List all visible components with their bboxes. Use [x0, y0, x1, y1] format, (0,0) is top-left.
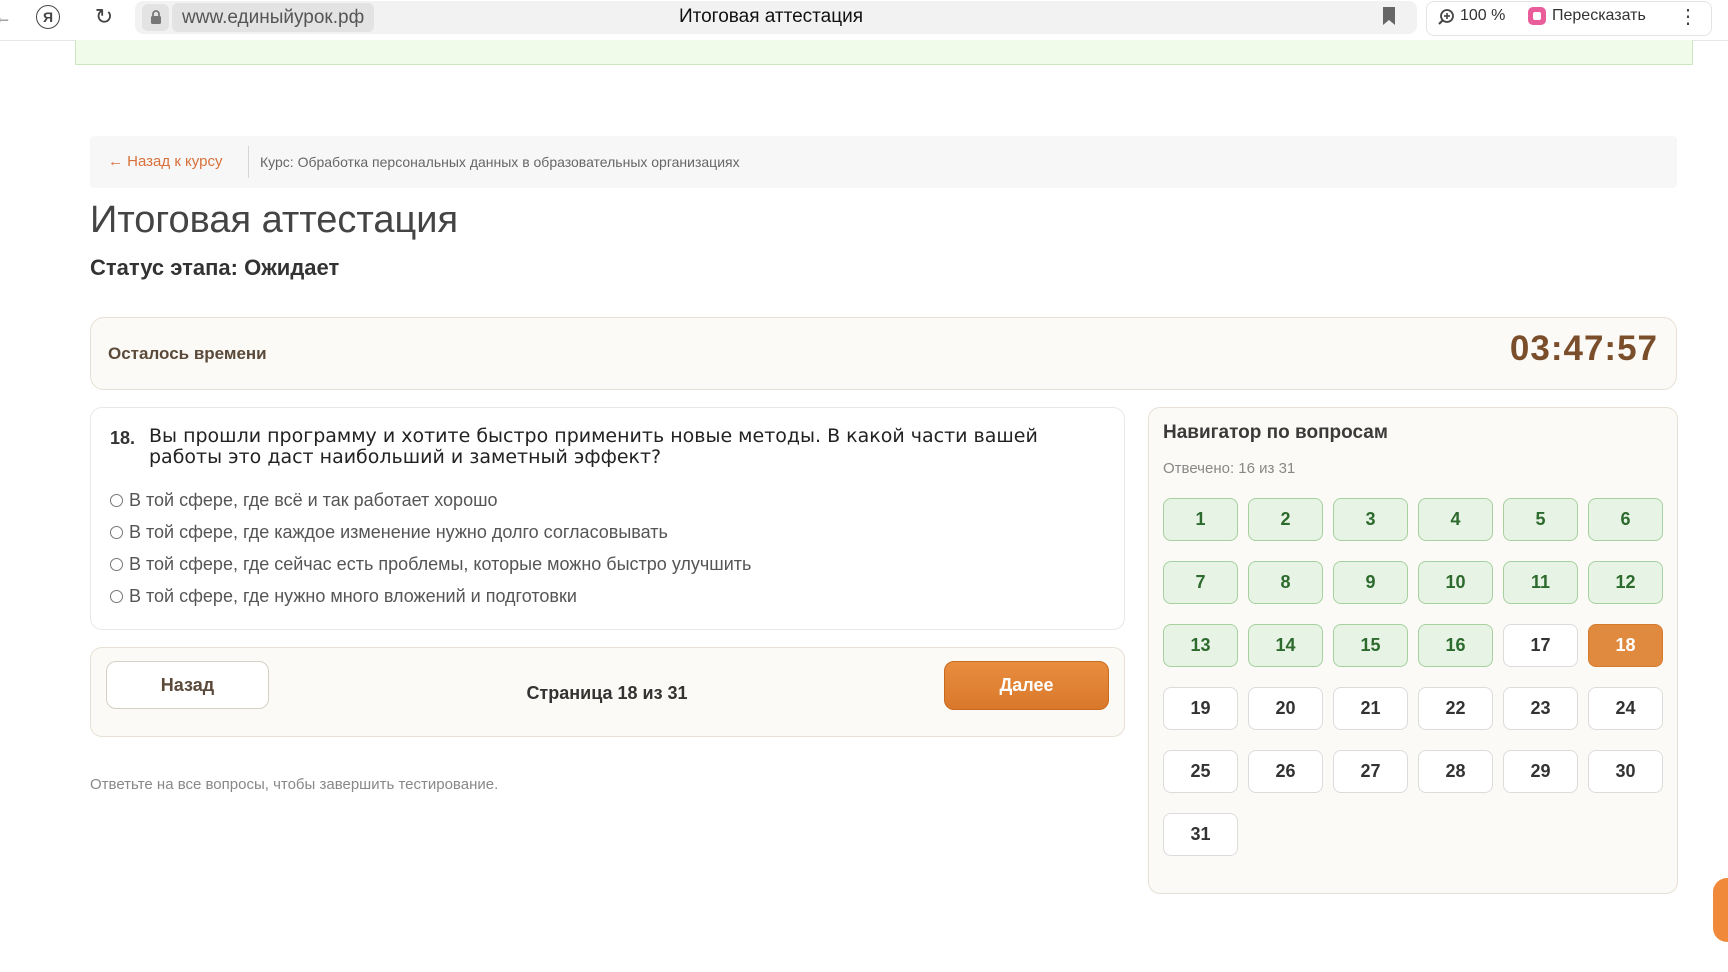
question-nav-button-21[interactable]: 21 [1333, 687, 1408, 730]
stage-status: Статус этапа: Ожидает [90, 255, 340, 280]
browser-toolbar: ← Я ↻ www.единыйурок.рф Итоговая аттеста… [0, 0, 1728, 41]
question-nav-button-1[interactable]: 1 [1163, 498, 1238, 541]
question-nav-button-8[interactable]: 8 [1248, 561, 1323, 604]
timer-value: 03:47:57 [1509, 329, 1658, 368]
question-nav-button-10[interactable]: 10 [1418, 561, 1493, 604]
answer-option[interactable]: В той сфере, где всё и так работает хоро… [110, 484, 751, 516]
question-nav-button-30[interactable]: 30 [1588, 750, 1663, 793]
question-nav-button-2[interactable]: 2 [1248, 498, 1323, 541]
question-nav-button-22[interactable]: 22 [1418, 687, 1493, 730]
option-label: В той сфере, где сейчас есть проблемы, к… [129, 553, 752, 574]
question-nav-button-29[interactable]: 29 [1503, 750, 1578, 793]
tab-title: Итоговая аттестация [678, 6, 864, 27]
question-nav-button-19[interactable]: 19 [1163, 687, 1238, 730]
timer-label: Осталось времени [108, 344, 267, 363]
question-nav-button-24[interactable]: 24 [1588, 687, 1663, 730]
next-button[interactable]: Далее [944, 661, 1109, 710]
page-title: Итоговая аттестация [90, 199, 459, 241]
navigator-title: Навигатор по вопросам [1163, 422, 1388, 443]
question-nav-button-6[interactable]: 6 [1588, 498, 1663, 541]
zoom-control[interactable]: 100 % [1438, 6, 1505, 26]
answer-options: В той сфере, где всё и так работает хоро… [110, 484, 751, 612]
question-nav-button-18[interactable]: 18 [1588, 624, 1663, 667]
back-button[interactable]: Назад [106, 661, 269, 709]
question-nav-button-14[interactable]: 14 [1248, 624, 1323, 667]
lock-icon[interactable] [142, 4, 169, 31]
notice-strip [75, 40, 1693, 65]
more-menu-icon[interactable]: ⋮ [1678, 4, 1698, 29]
radio-button[interactable] [110, 589, 123, 603]
option-label: В той сфере, где каждое изменение нужно … [129, 521, 668, 542]
question-nav-button-15[interactable]: 15 [1333, 624, 1408, 667]
zoom-level: 100 % [1460, 7, 1506, 24]
question-nav-button-20[interactable]: 20 [1248, 687, 1323, 730]
question-nav-button-23[interactable]: 23 [1503, 687, 1578, 730]
back-to-course-link[interactable]: ← Назад к курсу [108, 153, 222, 171]
course-name: Курс: Обработка персональных данных в об… [260, 154, 740, 170]
question-nav-button-11[interactable]: 11 [1503, 561, 1578, 604]
question-nav-button-31[interactable]: 31 [1163, 813, 1238, 856]
reload-icon[interactable]: ↻ [91, 4, 117, 30]
page-indicator: Страница 18 из 31 [526, 683, 688, 703]
retell-button[interactable]: Пересказать [1528, 6, 1646, 26]
url-text[interactable]: www.единыйурок.рф [172, 3, 375, 32]
zoom-icon [1438, 8, 1454, 25]
question-nav-button-27[interactable]: 27 [1333, 750, 1408, 793]
answer-option[interactable]: В той сфере, где нужно много вложений и … [110, 580, 751, 612]
option-label: В той сфере, где нужно много вложений и … [129, 585, 577, 606]
question-nav-button-4[interactable]: 4 [1418, 498, 1493, 541]
yandex-logo-icon[interactable]: Я [36, 5, 60, 29]
completion-hint: Ответьте на все вопросы, чтобы завершить… [90, 776, 499, 793]
answered-count: Отвечено: 16 из 31 [1163, 460, 1296, 477]
question-nav-button-5[interactable]: 5 [1503, 498, 1578, 541]
radio-button[interactable] [110, 493, 123, 507]
question-number: 18. [110, 428, 136, 448]
answer-option[interactable]: В той сфере, где сейчас есть проблемы, к… [110, 548, 751, 580]
question-nav-button-28[interactable]: 28 [1418, 750, 1493, 793]
radio-button[interactable] [110, 525, 123, 539]
question-grid: 1 2 3 4 5 6 7 8 9 10 11 12 13 14 15 16 17 18 19 20 21 22 23 24 2… [1163, 498, 1663, 856]
answer-option[interactable]: В той сфере, где каждое изменение нужно … [110, 516, 751, 548]
question-nav-button-16[interactable]: 16 [1418, 624, 1493, 667]
question-nav-button-13[interactable]: 13 [1163, 624, 1238, 667]
question-nav-button-17[interactable]: 17 [1503, 624, 1578, 667]
breadcrumb-divider [248, 146, 249, 178]
radio-button[interactable] [110, 557, 123, 571]
question-nav-button-25[interactable]: 25 [1163, 750, 1238, 793]
question-nav-button-3[interactable]: 3 [1333, 498, 1408, 541]
back-arrow-icon[interactable]: ← [0, 4, 16, 30]
retell-icon [1528, 7, 1546, 25]
option-label: В той сфере, где всё и так работает хоро… [129, 489, 498, 510]
question-nav-button-26[interactable]: 26 [1248, 750, 1323, 793]
bookmark-icon[interactable] [1382, 6, 1396, 26]
question-nav-button-7[interactable]: 7 [1163, 561, 1238, 604]
question-nav-button-9[interactable]: 9 [1333, 561, 1408, 604]
question-nav-button-12[interactable]: 12 [1588, 561, 1663, 604]
question-text: Вы прошли программу и хотите быстро прим… [149, 425, 1038, 468]
floating-widget-button[interactable] [1713, 878, 1728, 942]
retell-label: Пересказать [1552, 7, 1646, 24]
